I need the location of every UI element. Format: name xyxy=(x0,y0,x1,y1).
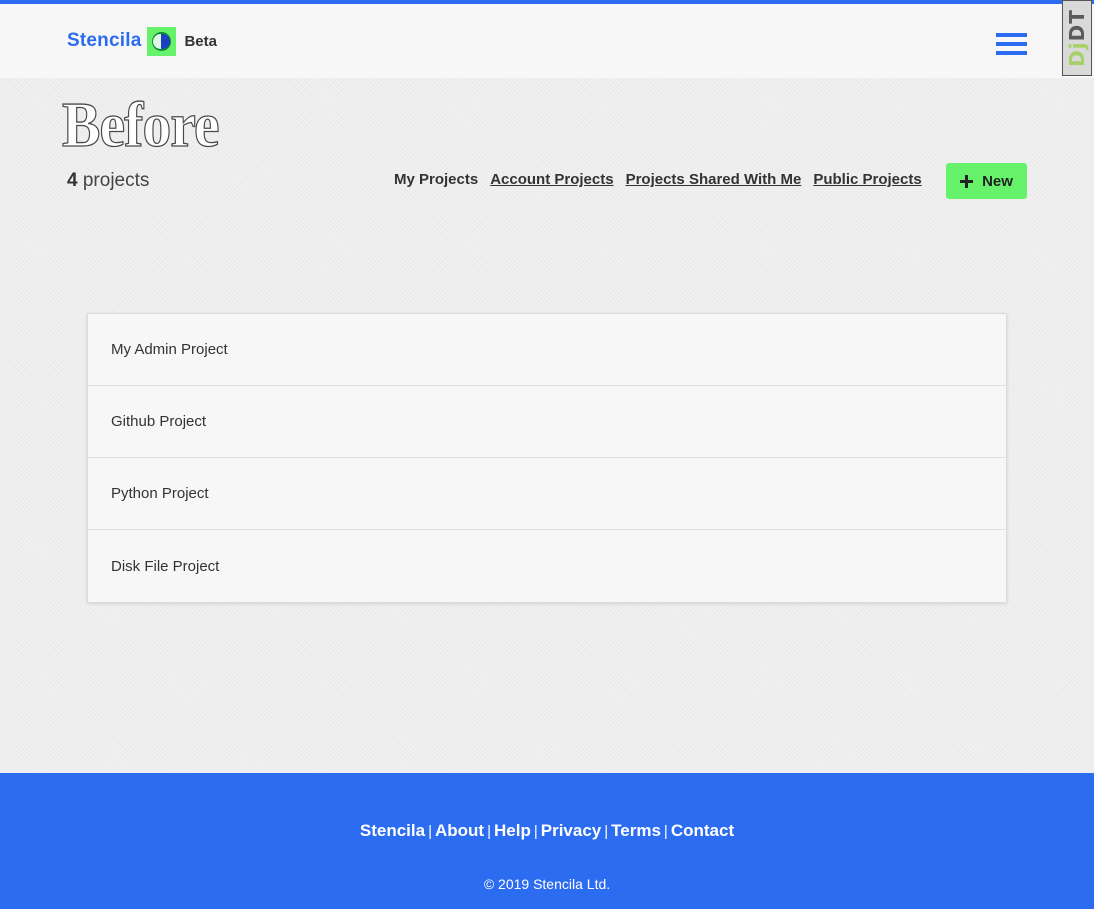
filter-public-projects[interactable]: Public Projects xyxy=(813,171,921,188)
footer-link-stencila[interactable]: Stencila xyxy=(360,821,425,840)
footer-link-about[interactable]: About xyxy=(435,821,484,840)
beta-badge: Beta xyxy=(184,32,217,50)
debug-toolbar-label: DjDT xyxy=(1065,9,1089,67)
project-name: Python Project xyxy=(111,485,209,502)
project-name: Github Project xyxy=(111,413,207,430)
project-filter-nav: My Projects Account Projects Projects Sh… xyxy=(394,171,934,188)
project-item-python[interactable]: Python Project xyxy=(88,458,1006,530)
copyright-text: © 2019 Stencila Ltd. xyxy=(483,876,611,892)
brand-home-link[interactable]: Stencila Beta xyxy=(67,26,217,56)
new-button-label: New xyxy=(982,172,1013,190)
footer-separator: | xyxy=(663,823,668,840)
footer-link-help[interactable]: Help xyxy=(494,821,531,840)
site-footer: Stencila | About | Help | Privacy | Terms | Contac… xyxy=(0,773,1094,909)
footer-separator: | xyxy=(533,823,538,840)
project-item-my-admin[interactable]: My Admin Project xyxy=(88,314,1006,386)
footer-link-terms[interactable]: Terms xyxy=(611,821,661,840)
brand-name: Stencila xyxy=(67,30,142,51)
project-name: My Admin Project xyxy=(111,341,228,358)
footer-separator: | xyxy=(604,823,609,840)
footer-links: Stencila | About | Help | Privacy | Terms | Contac… xyxy=(0,821,1094,841)
site-header: Stencila Beta xyxy=(0,4,1094,78)
plus-icon xyxy=(960,174,974,188)
footer-link-privacy[interactable]: Privacy xyxy=(541,821,602,840)
project-name: Disk File Project xyxy=(111,557,220,575)
new-project-button[interactable]: New xyxy=(946,163,1027,199)
footer-separator: | xyxy=(428,823,432,840)
footer-separator: | xyxy=(487,823,491,840)
project-count-label: projects xyxy=(82,170,150,191)
project-item-github[interactable]: Github Project xyxy=(88,386,1006,458)
filter-account-projects[interactable]: Account Projects xyxy=(490,171,613,188)
project-count-number: 4 xyxy=(67,170,78,191)
page-title: Before xyxy=(61,89,220,160)
project-item-disk-file[interactable]: Disk File Project xyxy=(88,530,1006,602)
project-count: 4 projects xyxy=(67,170,149,192)
stencila-logo-icon xyxy=(147,26,177,56)
debug-toolbar-handle[interactable]: DjDT xyxy=(1062,0,1092,76)
footer-link-contact[interactable]: Contact xyxy=(671,821,734,840)
project-list: My Admin Project Github Project Python P… xyxy=(87,313,1007,603)
filter-shared-projects[interactable]: Projects Shared With Me xyxy=(626,171,802,188)
hamburger-menu-icon[interactable] xyxy=(996,33,1027,55)
filter-my-projects[interactable]: My Projects xyxy=(394,171,478,188)
